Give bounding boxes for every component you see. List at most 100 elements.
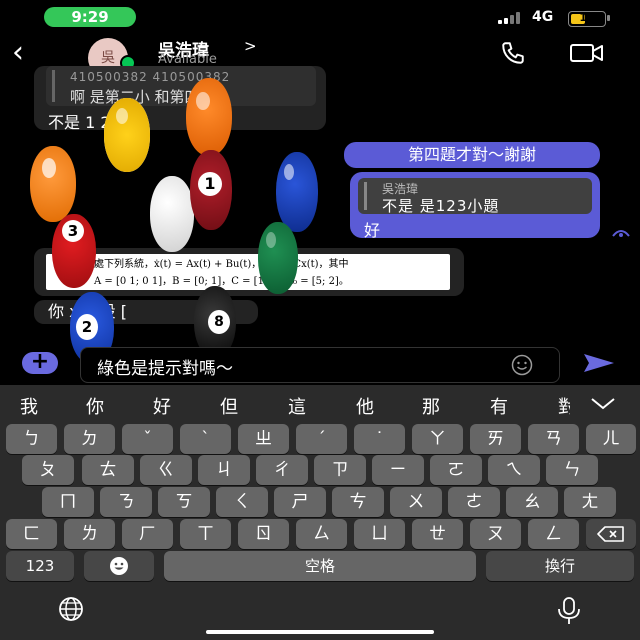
- candidate-bar: 我 你 好 但 這 他 那 有 對: [0, 385, 640, 425]
- battery-icon: 17: [568, 11, 606, 27]
- emoji-face-icon: [110, 557, 128, 575]
- contact-status: Available: [158, 52, 217, 67]
- key[interactable]: ㄡ: [470, 519, 521, 549]
- home-indicator[interactable]: [206, 630, 434, 634]
- candidate-word[interactable]: 但: [220, 393, 238, 419]
- delete-key[interactable]: [586, 519, 636, 549]
- battery-level: 17: [579, 11, 595, 24]
- key[interactable]: ㄕ: [274, 487, 326, 517]
- key[interactable]: ㄇ: [42, 487, 94, 517]
- back-icon[interactable]: ‹: [12, 38, 42, 70]
- message-bubble-right[interactable]: 吳浩瑋 不是 是123小題 好: [350, 172, 600, 240]
- reply-quote[interactable]: 410500382 410500382 啊 是第二小 和第四: [46, 66, 316, 106]
- key[interactable]: ㄏ: [122, 519, 173, 549]
- key[interactable]: ㄜ: [448, 487, 500, 517]
- key[interactable]: ㄧ: [372, 455, 424, 485]
- billiard-number: 3: [62, 220, 84, 242]
- message-bubble-right[interactable]: 第四題才對～謝謝: [344, 142, 600, 168]
- globe-icon[interactable]: [48, 596, 94, 622]
- key[interactable]: ㄙ: [296, 519, 347, 549]
- message-image[interactable]: 處下列系統，ẋ(t) = Ax(t) + Bu(t)，y(t) = Cx(t)，…: [46, 254, 450, 290]
- key[interactable]: ㄞ: [470, 424, 521, 454]
- reply-quote[interactable]: 吳浩瑋 不是 是123小題: [358, 178, 592, 215]
- billiard-ball-blue: [276, 152, 318, 232]
- return-key[interactable]: 換行: [486, 551, 634, 581]
- send-arrow-icon[interactable]: [582, 352, 616, 374]
- candidate-word[interactable]: 你: [86, 393, 104, 419]
- key[interactable]: ㄔ: [256, 455, 308, 485]
- key[interactable]: ˇ: [122, 424, 173, 454]
- key[interactable]: ㄨ: [390, 487, 442, 517]
- billiard-ball-green: [258, 222, 298, 294]
- key[interactable]: ㄩ: [354, 519, 405, 549]
- billiard-ball-yellow-stripe: [104, 98, 150, 172]
- candidate-word[interactable]: 那: [422, 393, 440, 419]
- chevron-down-icon[interactable]: [590, 397, 616, 411]
- key[interactable]: ㄊ: [82, 455, 134, 485]
- signal-strength-icon: [498, 12, 526, 24]
- key[interactable]: ㄢ: [528, 424, 579, 454]
- microphone-icon[interactable]: [552, 596, 586, 626]
- message-input[interactable]: 綠色是提示對嗎～: [80, 347, 560, 383]
- billiard-number: 1: [198, 172, 222, 196]
- status-bar: 9:29 4G 17: [0, 0, 640, 34]
- key[interactable]: ㄒ: [180, 519, 231, 549]
- candidate-word[interactable]: 我: [20, 393, 38, 419]
- key[interactable]: ㄖ: [238, 519, 289, 549]
- candidate-word[interactable]: 對: [558, 393, 570, 419]
- key[interactable]: ㄉ: [64, 424, 115, 454]
- key[interactable]: ㄟ: [488, 455, 540, 485]
- key[interactable]: ˋ: [180, 424, 231, 454]
- key[interactable]: ㄑ: [216, 487, 268, 517]
- key[interactable]: ㄌ: [64, 519, 115, 549]
- key[interactable]: ㄚ: [412, 424, 463, 454]
- key[interactable]: ㄤ: [564, 487, 616, 517]
- add-attachment-button[interactable]: +: [22, 351, 58, 374]
- key[interactable]: ㄎ: [158, 487, 210, 517]
- key[interactable]: ㄅ: [6, 424, 57, 454]
- key[interactable]: ㄗ: [314, 455, 366, 485]
- key[interactable]: ㄈ: [6, 519, 57, 549]
- billiard-number: 8: [208, 310, 230, 334]
- message-bubble-left[interactable]: 410500382 410500382 啊 是第二小 和第四 不是 1 2 小題: [34, 66, 326, 132]
- message-text: 好: [364, 221, 381, 240]
- space-key[interactable]: 空格: [164, 551, 476, 581]
- billiard-ball-orange: [186, 78, 232, 156]
- smiley-icon[interactable]: [511, 354, 533, 376]
- key[interactable]: ㄘ: [332, 487, 384, 517]
- key[interactable]: ㄥ: [528, 519, 579, 549]
- billiard-ball-1: 1: [190, 150, 232, 230]
- contact-chevron[interactable]: >: [244, 37, 257, 55]
- numbers-key[interactable]: 123: [6, 551, 74, 581]
- billiard-ball-white: [150, 176, 194, 252]
- key[interactable]: ˙: [354, 424, 405, 454]
- candidate-word[interactable]: 他: [356, 393, 374, 419]
- candidate-word[interactable]: 有: [490, 393, 508, 419]
- image-text-line: A = [0 1; 0 1]，B = [0; 1]，C = [1 0]，x₀ =…: [94, 276, 349, 287]
- candidate-word[interactable]: 好: [153, 393, 171, 419]
- billiard-number: 2: [76, 314, 98, 340]
- key[interactable]: ㄋ: [100, 487, 152, 517]
- key[interactable]: ㄝ: [412, 519, 463, 549]
- billiard-ball-3: 3: [52, 214, 96, 288]
- key[interactable]: ㄣ: [546, 455, 598, 485]
- read-receipt-icon: [612, 230, 630, 237]
- message-bubble-left[interactable]: 處下列系統，ẋ(t) = Ax(t) + Bu(t)，y(t) = Cx(t)，…: [34, 248, 464, 296]
- key[interactable]: ㄓ: [238, 424, 289, 454]
- message-input-value: 綠色是提示對嗎～: [97, 359, 233, 379]
- phone-icon[interactable]: [500, 40, 526, 66]
- key[interactable]: ㄐ: [198, 455, 250, 485]
- key[interactable]: ㄦ: [586, 424, 636, 454]
- network-type: 4G: [532, 9, 554, 25]
- key[interactable]: ㄍ: [140, 455, 192, 485]
- billiard-ball-orange-small: [30, 146, 76, 222]
- key[interactable]: ㄠ: [506, 487, 558, 517]
- video-camera-icon[interactable]: [570, 42, 604, 64]
- key[interactable]: ㄛ: [430, 455, 482, 485]
- candidate-word[interactable]: 這: [288, 393, 306, 419]
- emoji-key[interactable]: [84, 551, 154, 581]
- key[interactable]: ㄆ: [22, 455, 74, 485]
- image-text-line: 處下列系統，ẋ(t) = Ax(t) + Bu(t)，y(t) = Cx(t)，…: [94, 259, 349, 270]
- status-time: 9:29: [44, 7, 136, 27]
- key[interactable]: ˊ: [296, 424, 347, 454]
